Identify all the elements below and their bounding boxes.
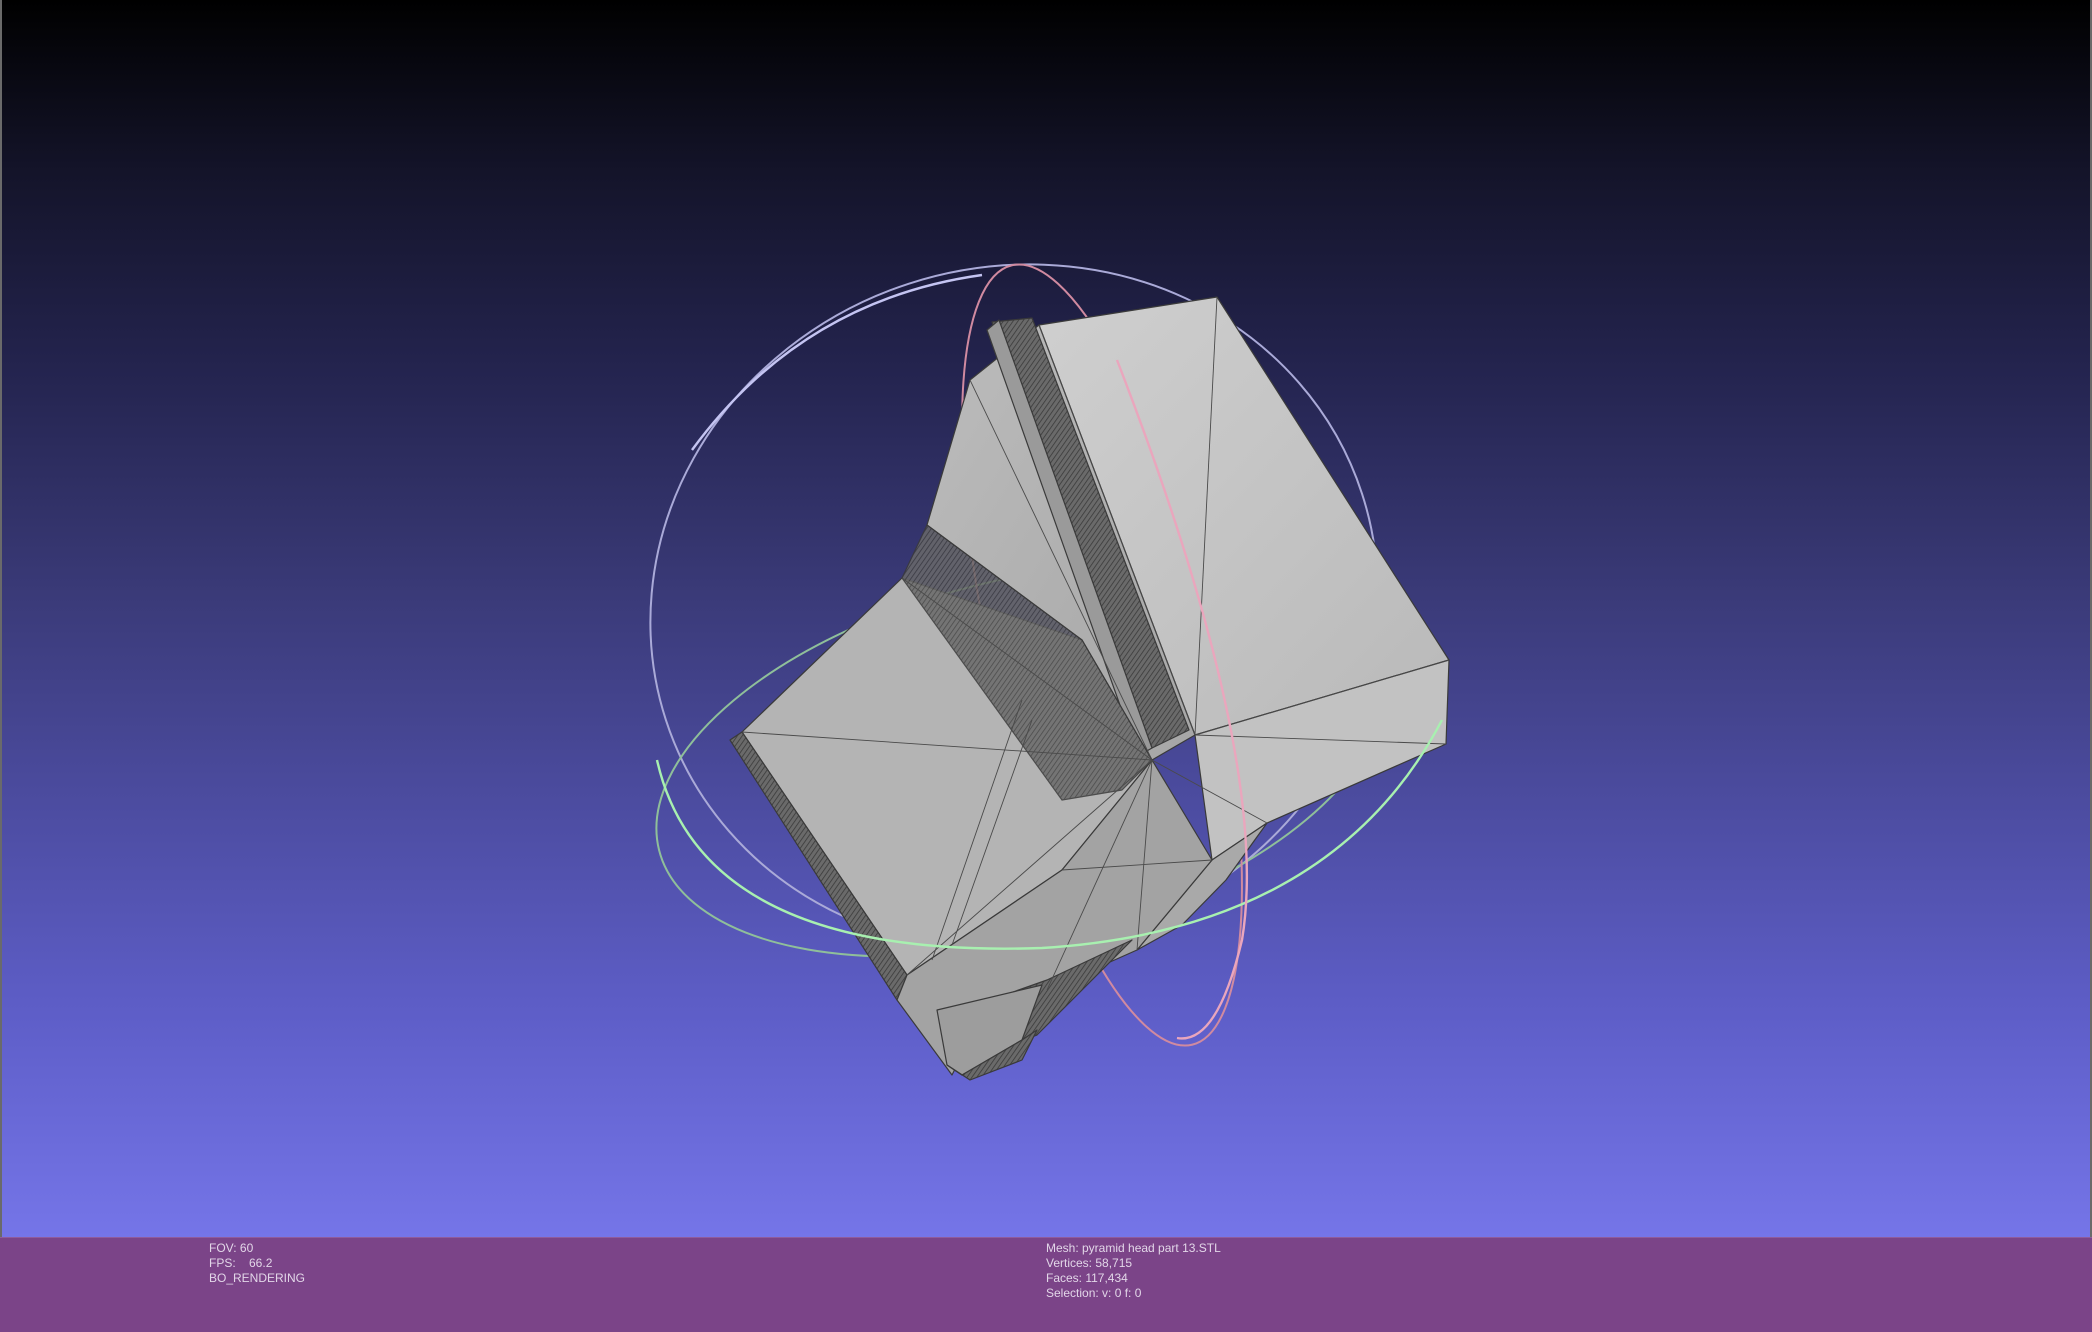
fps-readout: FPS: 66.2 <box>209 1256 273 1270</box>
mesh-model[interactable] <box>729 296 1450 1081</box>
render-info-panel: FOV: 60 FPS: 66.2 BO_RENDERING <box>209 1241 305 1286</box>
render-mode-readout: BO_RENDERING <box>209 1271 306 1285</box>
fov-readout: FOV: 60 <box>209 1241 254 1255</box>
3d-viewport[interactable] <box>0 0 2092 1237</box>
vertices-readout: Vertices: 58,715 <box>1046 1256 1133 1270</box>
faces-readout: Faces: 117,434 <box>1046 1271 1128 1285</box>
trackball-blue-front <box>691 273 983 451</box>
mesh-name-readout: Mesh: pyramid head part 13.STL <box>1046 1241 1221 1255</box>
selection-readout: Selection: v: 0 f: 0 <box>1046 1286 1142 1300</box>
mesh-info-panel: Mesh: pyramid head part 13.STL Vertices:… <box>1046 1241 1221 1301</box>
mesh-scene[interactable] <box>2 0 2092 1237</box>
